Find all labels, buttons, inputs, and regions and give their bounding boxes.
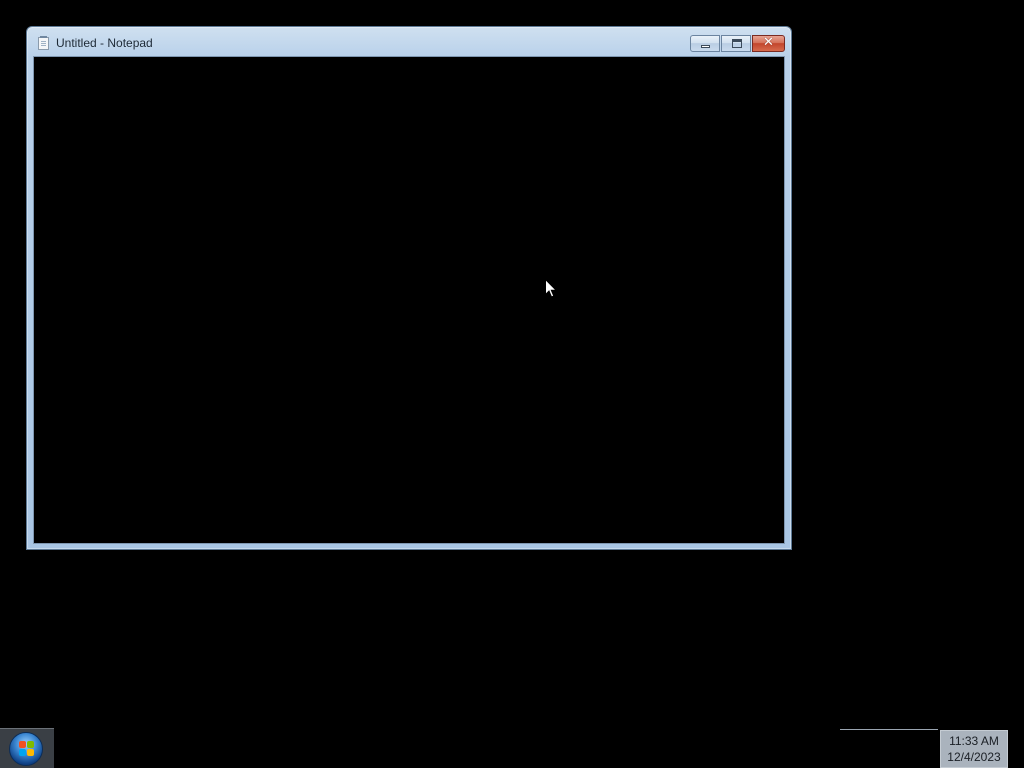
maximize-icon (732, 39, 742, 48)
minimize-button[interactable] (690, 35, 720, 52)
notepad-icon[interactable] (38, 36, 49, 50)
text-editor-area[interactable] (33, 56, 785, 544)
notepad-window[interactable]: Untitled - Notepad ✕ (26, 26, 792, 550)
window-title: Untitled - Notepad (56, 36, 153, 50)
system-clock[interactable]: 11:33 AM 12/4/2023 (940, 730, 1008, 768)
caption-buttons: ✕ (690, 35, 785, 53)
notification-area-divider (840, 729, 938, 730)
desktop: Untitled - Notepad ✕ 11:33 AM 12/4/2023 (0, 0, 1024, 768)
close-button[interactable]: ✕ (752, 35, 785, 52)
clock-time: 11:33 AM (949, 734, 999, 748)
windows-logo-icon (19, 741, 35, 757)
mouse-pointer-icon (545, 279, 557, 298)
minimize-icon (701, 45, 710, 48)
start-button[interactable] (0, 728, 54, 768)
close-icon: ✕ (763, 35, 774, 50)
window-titlebar[interactable]: Untitled - Notepad ✕ (27, 27, 791, 57)
clock-date: 12/4/2023 (947, 750, 1001, 764)
taskbar: 11:33 AM 12/4/2023 (0, 728, 1024, 768)
maximize-button[interactable] (721, 35, 751, 52)
windows-start-orb-icon (9, 732, 43, 766)
